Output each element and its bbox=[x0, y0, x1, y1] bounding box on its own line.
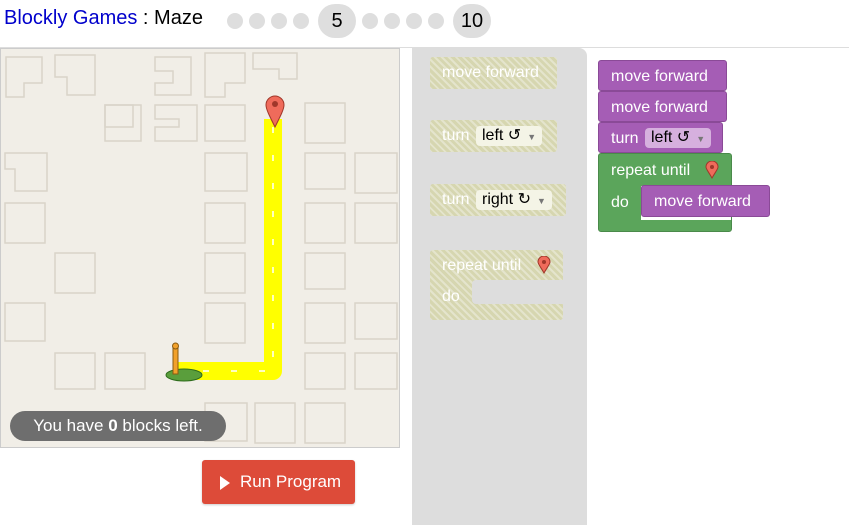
turn-direction-dropdown[interactable]: left ↺ ▼ bbox=[645, 128, 712, 148]
workspace-move-forward-block-2[interactable]: move forward bbox=[598, 91, 727, 122]
run-program-label: Run Program bbox=[240, 472, 342, 491]
toolbox-move-forward-label: move forward bbox=[442, 64, 539, 81]
title-separator: : bbox=[137, 7, 155, 29]
page-title: Blockly Games : Maze bbox=[4, 7, 203, 30]
level-dot-3[interactable] bbox=[271, 13, 287, 29]
blocks-left-badge: You have 0 blocks left. bbox=[10, 411, 226, 441]
dropdown-arrow-icon: ▼ bbox=[536, 196, 546, 206]
move-forward-label: move forward bbox=[654, 193, 751, 210]
maze-walls bbox=[4, 52, 398, 444]
level-dot-1[interactable] bbox=[227, 13, 243, 29]
toolbox-repeat-until-label: repeat until bbox=[442, 257, 522, 274]
level-dot-4[interactable] bbox=[293, 13, 309, 29]
workspace-move-forward-block-1[interactable]: move forward bbox=[598, 60, 727, 91]
goal-marker-icon bbox=[537, 256, 551, 274]
level-dot-9[interactable] bbox=[428, 13, 444, 29]
maze-drawing bbox=[4, 52, 398, 444]
toolbox-turn-left-block[interactable]: turn left ↺ ▼ bbox=[430, 120, 557, 152]
run-program-button[interactable]: Run Program bbox=[202, 460, 355, 504]
workspace: move forward move forward turn left ↺ ▼ r… bbox=[587, 48, 849, 525]
do-label: do bbox=[611, 194, 629, 211]
blocks-left-prefix: You have bbox=[33, 416, 109, 435]
maze-path bbox=[175, 119, 282, 380]
header: Blockly Games : Maze 5 10 bbox=[0, 0, 849, 40]
dropdown-value: left ↺ bbox=[482, 127, 522, 144]
blockly-games-link[interactable]: Blockly Games bbox=[4, 7, 137, 29]
level-dot-8[interactable] bbox=[406, 13, 422, 29]
level-5-current[interactable]: 5 bbox=[318, 4, 356, 38]
blocks-left-suffix: blocks left. bbox=[117, 416, 203, 435]
blocks-left-count: 0 bbox=[108, 416, 118, 435]
level-10[interactable]: 10 bbox=[453, 4, 491, 38]
dropdown-arrow-icon: ▼ bbox=[696, 134, 706, 144]
toolbox-do-label: do bbox=[442, 288, 460, 305]
toolbox-repeat-until-block[interactable]: repeat until do bbox=[430, 250, 563, 320]
level-dot-2[interactable] bbox=[249, 13, 265, 29]
turn-label: turn bbox=[611, 130, 639, 147]
toolbox-turn-right-block[interactable]: turn right ↻ ▼ bbox=[430, 184, 566, 216]
game-name: Maze bbox=[154, 7, 203, 29]
workspace-turn-left-block[interactable]: turn left ↺ ▼ bbox=[598, 122, 723, 153]
level-dot-6[interactable] bbox=[362, 13, 378, 29]
toolbox-turn-label: turn bbox=[442, 191, 470, 208]
toolbox-flyout: move forward turn left ↺ ▼ turn right ↻ ▼ … bbox=[412, 48, 587, 525]
dropdown-value: left ↺ bbox=[651, 129, 691, 146]
maze-canvas bbox=[0, 48, 400, 448]
dropdown-arrow-icon: ▼ bbox=[527, 132, 537, 142]
move-forward-label: move forward bbox=[611, 68, 708, 85]
play-icon bbox=[220, 476, 230, 490]
toolbox-move-forward-block[interactable]: move forward bbox=[430, 57, 557, 89]
level-dot-7[interactable] bbox=[384, 13, 400, 29]
repeat-until-label: repeat until bbox=[611, 162, 691, 179]
toolbox-turn-label: turn bbox=[442, 127, 470, 144]
toolbox-turn-left-dropdown[interactable]: left ↺ ▼ bbox=[476, 126, 543, 146]
do-slot bbox=[472, 280, 563, 304]
dropdown-value: right ↻ bbox=[482, 191, 531, 208]
move-forward-label: move forward bbox=[611, 99, 708, 116]
workspace-inner-move-forward-block[interactable]: move forward bbox=[641, 185, 770, 217]
goal-marker-icon bbox=[705, 161, 719, 179]
toolbox-turn-right-dropdown[interactable]: right ↻ ▼ bbox=[476, 190, 552, 210]
